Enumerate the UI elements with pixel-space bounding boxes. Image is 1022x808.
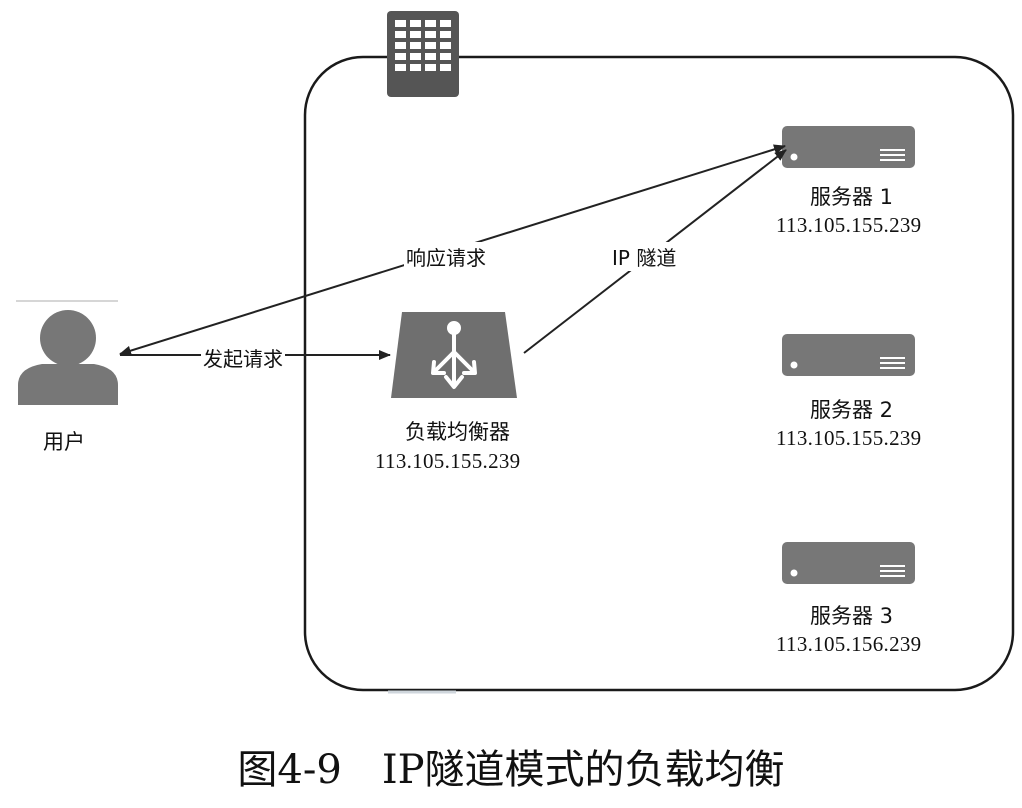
load-balancer-icon [391, 312, 517, 398]
server-icon-3 [782, 542, 915, 584]
server-1-label: 服务器 1 [810, 185, 894, 209]
server-2-label: 服务器 2 [810, 398, 894, 422]
user-label: 用户 [43, 430, 85, 454]
response-label: 响应请求 [404, 242, 488, 271]
figure-caption: 图4-9 IP隧道模式的负载均衡 [237, 747, 785, 793]
server-2-ip: 113.105.155.239 [776, 426, 922, 450]
request-label: 发起请求 [201, 343, 285, 372]
server-3-ip: 113.105.156.239 [776, 632, 922, 656]
load-balancer-ip: 113.105.155.239 [375, 449, 521, 473]
server-3-label: 服务器 3 [810, 604, 894, 628]
user-icon [16, 300, 118, 405]
load-balancer-label: 负载均衡器 [405, 420, 510, 444]
server-icon-2 [782, 334, 915, 376]
datacenter-building-icon [387, 11, 459, 97]
server-icon-1 [782, 126, 915, 168]
tunnel-label: IP 隧道 [610, 242, 679, 271]
server-1-ip: 113.105.155.239 [776, 213, 922, 237]
